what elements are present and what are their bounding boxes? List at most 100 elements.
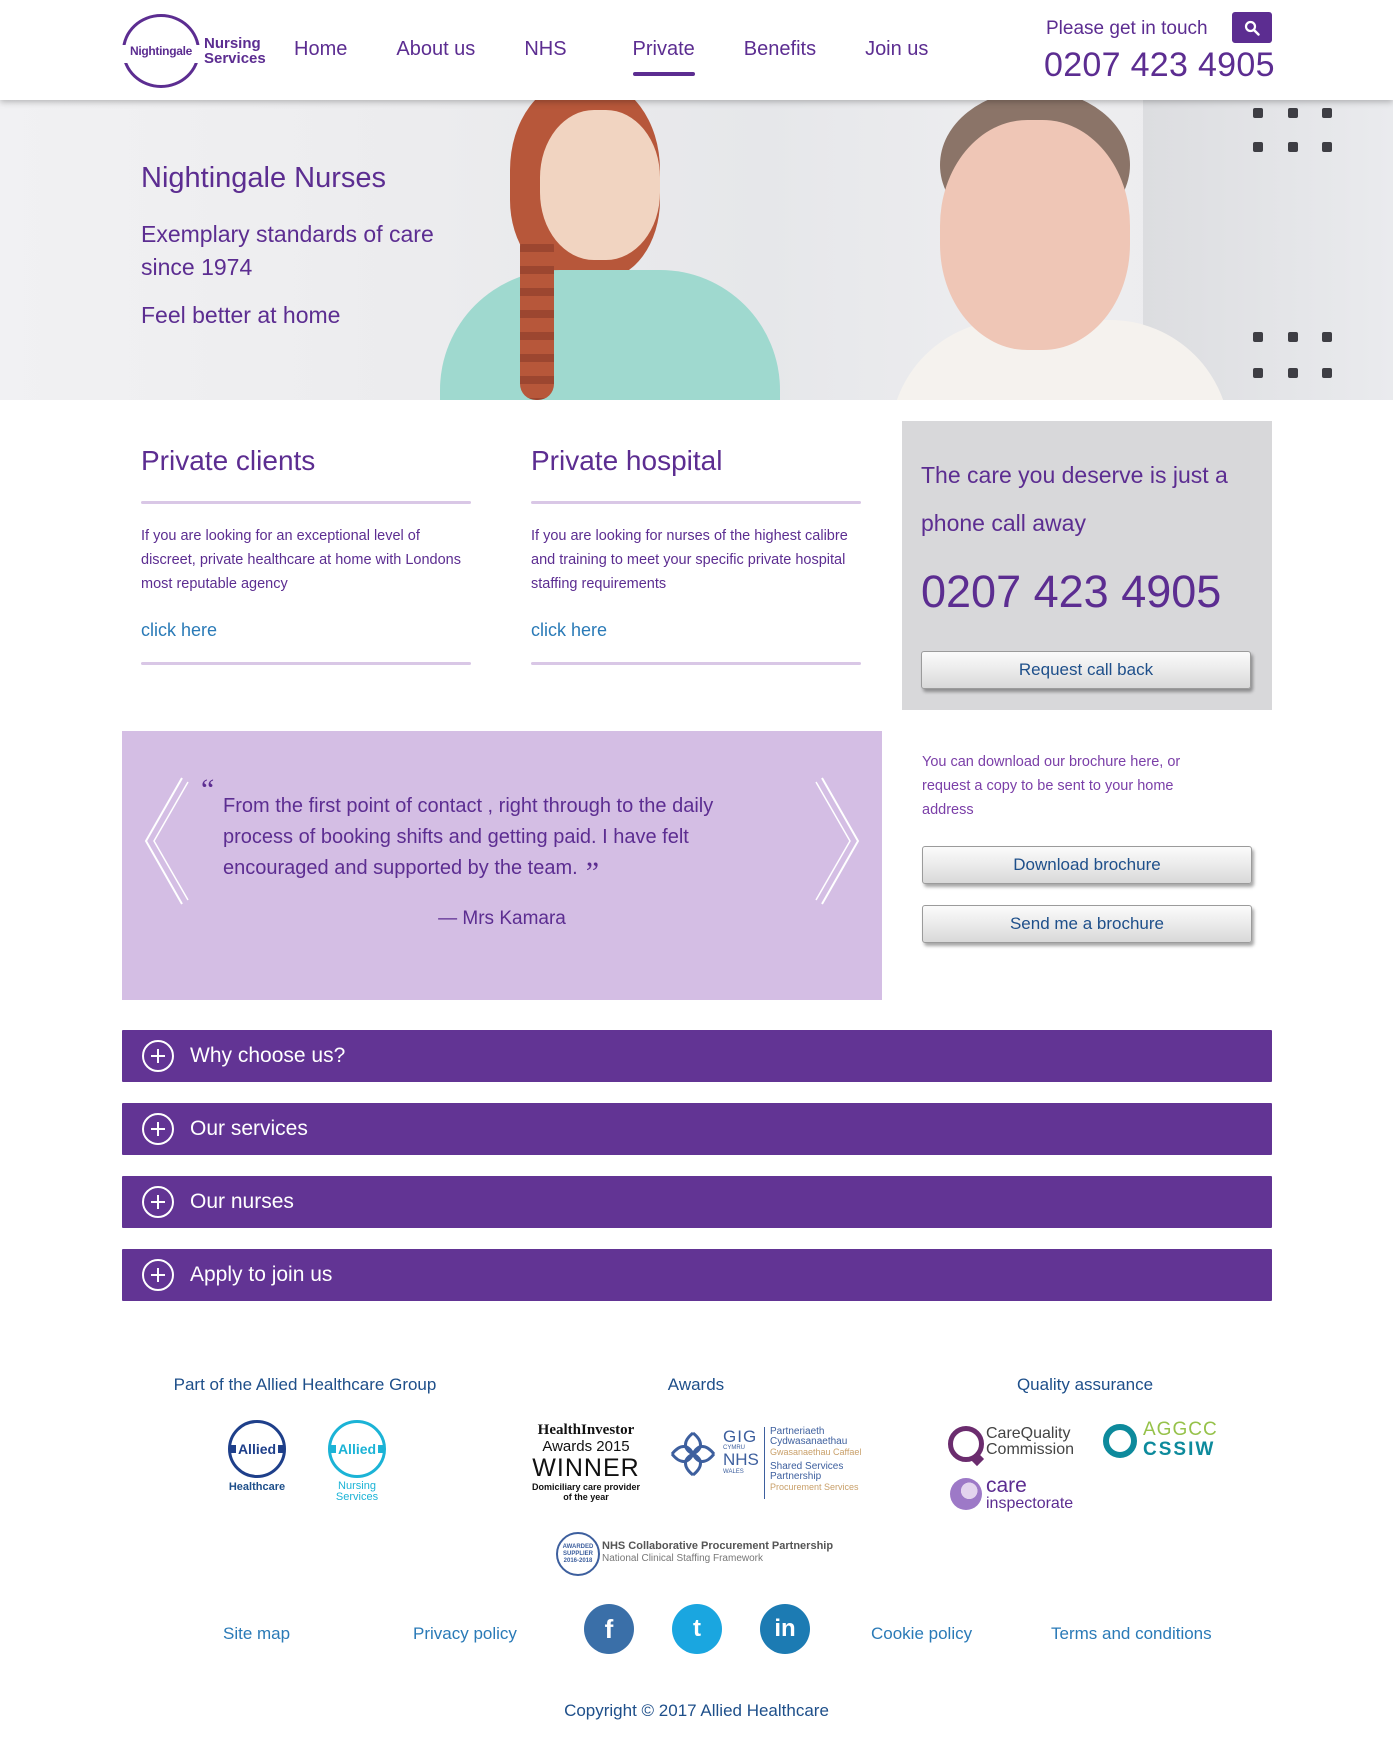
wall-dot: [1288, 108, 1298, 118]
twitter-icon[interactable]: t: [672, 1604, 722, 1654]
header-phone[interactable]: 0207 423 4905: [1044, 46, 1275, 85]
wall-dot: [1288, 332, 1298, 342]
nav-private[interactable]: Private: [632, 38, 696, 76]
private-clients-link[interactable]: click here: [141, 620, 471, 662]
aggcc-ring-icon: [1103, 1424, 1137, 1458]
allied-nursing-caption: Nursing Services: [324, 1481, 390, 1503]
care-inspectorate-icon: [950, 1478, 982, 1510]
copyright: Copyright © 2017 Allied Healthcare: [564, 1701, 829, 1720]
cqc-line1: CareQuality: [986, 1425, 1071, 1442]
logo-line1: Nursing: [204, 35, 261, 52]
hero-title: Nightingale Nurses: [141, 162, 387, 194]
private-hospital-link[interactable]: click here: [531, 620, 861, 662]
main-nav: Home About us NHS Private Benefits Join …: [294, 38, 977, 76]
awarded-supplier-badge: AWARDED SUPPLIER 2016-2018: [556, 1532, 600, 1576]
terms-link[interactable]: Terms and conditions: [1051, 1624, 1212, 1644]
prev-arrow-icon[interactable]: [142, 776, 192, 906]
logo-oval-text: Nightingale: [129, 44, 193, 58]
wall-dot: [1288, 368, 1298, 378]
aggcc-cssiw-logo[interactable]: AGGCC CSSIW: [1103, 1420, 1223, 1464]
wall-dot: [1253, 108, 1263, 118]
accordion-label: Apply to join us: [190, 1263, 333, 1286]
send-brochure-button[interactable]: Send me a brochure: [922, 905, 1252, 943]
accordion-apply-to-join[interactable]: Apply to join us: [122, 1249, 1272, 1301]
award1-line1: HealthInvestor: [537, 1422, 635, 1438]
logo-oval: Nightingale: [122, 14, 200, 88]
private-clients-title: Private clients: [141, 445, 316, 476]
private-clients-card: Private clients If you are looking for a…: [141, 445, 471, 665]
allied-nursing-caption2: Services: [335, 1491, 379, 1503]
plus-circle-icon: [142, 1186, 174, 1218]
wall-dot: [1253, 368, 1263, 378]
award1-line5: of the year: [563, 1492, 609, 1502]
allied-caption: Healthcare: [228, 1481, 286, 1493]
nav-about-us[interactable]: About us: [396, 38, 475, 72]
accordion-label: Why choose us?: [190, 1044, 346, 1067]
testimonial-author: — Mrs Kamara: [438, 908, 566, 929]
aggcc-line2: CSSIW: [1143, 1439, 1216, 1460]
accordion-why-choose-us[interactable]: Why choose us?: [122, 1030, 1272, 1082]
request-call-back-button[interactable]: Request call back: [921, 651, 1251, 689]
plus-circle-icon: [142, 1040, 174, 1072]
aggcc-line1: AGGCC: [1143, 1419, 1218, 1440]
allied-oval: Allied: [228, 1420, 286, 1478]
accordion-label: Our nurses: [190, 1190, 294, 1213]
nhs-wales-logo: GIG CYMRU NHS WALES Partneriaeth Cydwasa…: [668, 1425, 868, 1505]
private-hospital-card: Private hospital If you are looking for …: [531, 445, 861, 665]
nurse-uniform: [440, 270, 780, 400]
elderly-woman-photo: [870, 100, 1250, 400]
award2-wales: WALES: [723, 1469, 744, 1475]
allied-nursing-oval: Allied: [328, 1420, 386, 1478]
nurse-face: [540, 110, 660, 260]
allied-healthcare-logo[interactable]: Allied Healthcare: [224, 1420, 290, 1493]
group-heading: Part of the Allied Healthcare Group: [173, 1375, 437, 1394]
privacy-policy-link[interactable]: Privacy policy: [413, 1624, 517, 1644]
quality-heading: Quality assurance: [1016, 1375, 1154, 1394]
site-header: Nightingale Nursing Services Home About …: [0, 0, 1393, 100]
care-inspectorate-logo[interactable]: care inspectorate: [950, 1475, 1090, 1516]
allied-nursing-logo[interactable]: Allied Nursing Services: [324, 1420, 390, 1503]
award2-line2: Cydwasanaethau: [770, 1436, 848, 1447]
award2-nhs: NHS: [723, 1450, 759, 1469]
close-quote-icon: ”: [585, 856, 600, 889]
elder-face: [940, 120, 1130, 350]
wall-dot: [1322, 332, 1332, 342]
nightingale-logo[interactable]: Nightingale Nursing Services: [122, 14, 272, 88]
search-button[interactable]: [1232, 12, 1272, 43]
wall-dot: [1322, 368, 1332, 378]
award2-gig: GIG: [723, 1427, 758, 1446]
celtic-knot-icon: [670, 1431, 716, 1477]
linkedin-icon[interactable]: in: [760, 1604, 810, 1654]
accordion-our-nurses[interactable]: Our nurses: [122, 1176, 1272, 1228]
award1-winner: WINNER: [532, 1454, 640, 1482]
private-hospital-title: Private hospital: [531, 445, 723, 476]
divider: [141, 662, 471, 665]
download-brochure-button[interactable]: Download brochure: [922, 846, 1252, 884]
divider: [141, 501, 471, 504]
call-us-box: The care you deserve is just a phone cal…: [902, 421, 1272, 710]
nav-home[interactable]: Home: [294, 38, 347, 72]
private-hospital-text: If you are looking for nurses of the hig…: [531, 528, 848, 592]
cqc-logo[interactable]: CareQuality Commission: [948, 1424, 1078, 1467]
award2-line6: Procurement Services: [770, 1482, 859, 1492]
award2-divider: [764, 1427, 765, 1499]
nav-benefits[interactable]: Benefits: [744, 38, 816, 72]
testimonial-carousel: “ From the first point of contact , righ…: [122, 731, 882, 1000]
cookie-policy-link[interactable]: Cookie policy: [871, 1624, 972, 1644]
nurse-braid: [520, 230, 554, 400]
open-quote-icon: “: [201, 773, 215, 806]
wall-dot: [1322, 142, 1332, 152]
award1-line4: Domiciliary care provider: [531, 1482, 641, 1492]
next-arrow-icon[interactable]: [812, 776, 862, 906]
nav-nhs[interactable]: NHS: [524, 38, 566, 72]
award2-line5: Partnership: [770, 1471, 822, 1482]
callbox-phone[interactable]: 0207 423 4905: [921, 566, 1221, 618]
facebook-icon[interactable]: f: [584, 1604, 634, 1654]
accordion-our-services[interactable]: Our services: [122, 1103, 1272, 1155]
award3-line2: National Clinical Staffing Framework: [602, 1553, 763, 1564]
site-map-link[interactable]: Site map: [223, 1624, 290, 1644]
care-insp-line2: inspectorate: [986, 1495, 1074, 1512]
healthinvestor-award-logo: HealthInvestor Awards 2015 WINNER Domici…: [524, 1422, 648, 1502]
search-icon: [1244, 20, 1260, 36]
nav-join-us[interactable]: Join us: [865, 38, 928, 72]
